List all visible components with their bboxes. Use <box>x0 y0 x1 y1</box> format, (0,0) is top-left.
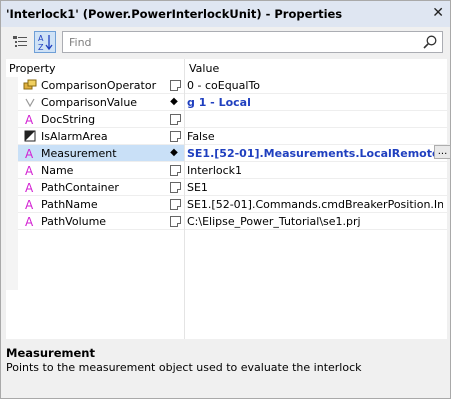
search-icon[interactable] <box>422 34 438 50</box>
property-row[interactable]: A PathContainer SE1 <box>18 179 447 196</box>
property-value[interactable]: SE1.[52-01].Measurements.LocalRemote <box>187 147 443 160</box>
svg-text:A: A <box>25 181 34 194</box>
property-name: ComparisonValue <box>41 96 138 109</box>
toolbar: A Z Find <box>1 27 450 57</box>
property-name-cell[interactable]: ComparisonValue ◆ <box>18 94 185 110</box>
property-row[interactable]: ComparisonOperator 0 - coEqualTo <box>18 77 447 94</box>
property-value[interactable]: Interlock1 <box>187 164 443 177</box>
close-icon[interactable]: ✕ <box>432 5 444 21</box>
default-value-icon <box>170 216 181 227</box>
enum-icon <box>23 78 37 92</box>
svg-text:A: A <box>25 215 34 228</box>
property-name: IsAlarmArea <box>41 130 108 143</box>
search-input[interactable]: Find <box>69 36 92 49</box>
property-value[interactable]: SE1 <box>187 181 443 194</box>
alphabetical-button[interactable]: A Z <box>34 31 56 53</box>
svg-text:A: A <box>25 147 34 160</box>
default-value-icon <box>170 165 181 176</box>
default-value-icon <box>170 182 181 193</box>
property-name: DocString <box>41 113 96 126</box>
property-name: Name <box>41 164 74 177</box>
properties-window: 'Interlock1' (Power.PowerInterlockUnit) … <box>0 0 451 399</box>
property-name: PathContainer <box>41 181 119 194</box>
link-diamond-icon: ◆ <box>170 96 178 107</box>
property-name-cell[interactable]: A PathContainer <box>18 179 185 195</box>
column-divider[interactable] <box>184 59 185 339</box>
row-gutter <box>6 77 18 290</box>
property-row[interactable]: A PathName SE1.[52-01].Commands.cmdBreaker… <box>18 196 447 213</box>
title-bar: 'Interlock1' (Power.PowerInterlockUnit) … <box>1 1 450 27</box>
property-value[interactable]: C:\Elipse_Power_Tutorial\se1.prj <box>187 215 443 228</box>
default-value-icon <box>170 114 181 125</box>
search-field[interactable]: Find <box>62 31 443 53</box>
categorized-icon <box>13 36 27 47</box>
property-name: ComparisonOperator <box>41 79 157 92</box>
property-row[interactable]: A DocString <box>18 111 447 128</box>
property-row[interactable]: A Measurement ◆ SE1.[52-01].Measurements.Lo… <box>18 145 451 162</box>
value-column-header: Value <box>189 62 220 75</box>
description-title: Measurement <box>6 346 95 360</box>
property-grid: Property Value ComparisonOperator 0 - coE… <box>6 59 451 339</box>
text-icon: A <box>23 112 37 127</box>
text-icon: A <box>23 163 37 178</box>
svg-text:Z: Z <box>38 43 44 52</box>
text-icon: A <box>23 214 37 229</box>
svg-text:A: A <box>25 164 34 177</box>
description-panel: Measurement Points to the measurement ob… <box>1 341 450 398</box>
property-name-cell[interactable]: IsAlarmArea <box>18 128 185 144</box>
property-name-cell[interactable]: A Measurement ◆ <box>18 145 185 161</box>
property-value[interactable]: False <box>187 130 443 143</box>
property-value[interactable]: g 1 - Local <box>187 96 443 109</box>
window-title: 'Interlock1' (Power.PowerInterlockUnit) … <box>6 7 343 21</box>
property-name: PathName <box>41 198 98 211</box>
property-row[interactable]: IsAlarmArea False <box>18 128 447 145</box>
link-diamond-icon: ◆ <box>170 147 178 158</box>
svg-text:A: A <box>38 34 44 43</box>
property-name-cell[interactable]: A PathName <box>18 196 185 212</box>
default-value-icon <box>170 199 181 210</box>
browse-button[interactable]: ... <box>434 145 451 159</box>
property-name-cell[interactable]: A DocString <box>18 111 185 127</box>
categorized-button[interactable] <box>9 31 31 53</box>
text-icon: A <box>23 180 37 195</box>
property-row[interactable]: ComparisonValue ◆ g 1 - Local <box>18 94 447 111</box>
property-row[interactable]: A PathVolume C:\Elipse_Power_Tutorial\se1.… <box>18 213 447 230</box>
property-name: Measurement <box>41 147 117 160</box>
svg-text:A: A <box>25 198 34 211</box>
property-value[interactable]: SE1.[52-01].Commands.cmdBreakerPosition.… <box>187 198 443 211</box>
property-column-header: Property <box>9 62 56 75</box>
property-row[interactable]: A Name Interlock1 <box>18 162 447 179</box>
alphabetical-sort-icon: A Z <box>38 34 53 52</box>
default-value-icon <box>170 131 181 142</box>
property-value[interactable]: 0 - coEqualTo <box>187 79 443 92</box>
boolean-icon <box>23 129 37 143</box>
variant-icon <box>23 95 37 109</box>
property-name-cell[interactable]: ComparisonOperator <box>18 77 185 93</box>
description-text: Points to the measurement object used to… <box>6 361 362 374</box>
default-value-icon <box>170 80 181 91</box>
property-name-cell[interactable]: A Name <box>18 162 185 178</box>
text-icon: A <box>23 146 37 161</box>
text-icon: A <box>23 197 37 212</box>
svg-text:A: A <box>25 113 34 126</box>
property-name: PathVolume <box>41 215 107 228</box>
grid-header: Property Value <box>6 59 447 77</box>
property-name-cell[interactable]: A PathVolume <box>18 213 185 229</box>
